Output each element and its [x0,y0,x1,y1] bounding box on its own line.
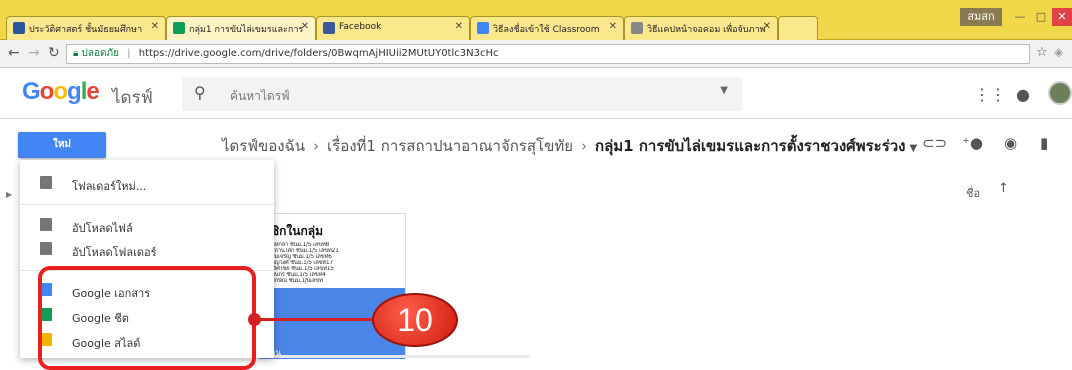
drive-search-input[interactable]: ⚲ ค้นหาไดรฟ์ ▼ [182,77,742,111]
url-text: https://drive.google.com/drive/folders/0… [138,48,499,59]
preview-eye-icon[interactable]: ◉ [1004,134,1017,152]
lock-icon: 🔒︎ [73,48,79,59]
product-name: ไดรฟ์ [112,88,153,108]
upload-folder-icon [40,242,52,255]
tab-title: ประวัติศาสตร์ ชั้นมัธยมศึกษา [29,25,143,35]
reload-icon[interactable]: ↻ [48,45,60,61]
url-divider: | [127,48,131,59]
tab-title: วิธีแคปหน้าจอคอม เพื่อจับภาพ [647,25,766,35]
sort-direction-icon[interactable]: ↑ [998,181,1009,196]
scroll-divider [268,355,530,358]
breadcrumb-my-drive[interactable]: ไดรฟ์ของฉัน [222,137,305,155]
avatar[interactable] [1048,81,1072,105]
url-field[interactable]: 🔒︎ ปลอดภัย | https://drive.google.com/dr… [66,44,1030,64]
get-link-icon[interactable]: ⊂⊃ [922,134,947,152]
annotation-step-number: 10 [372,293,458,347]
card-line: ทักษิณ์ ชั้นม.1/ุนเลขที่ [271,278,323,284]
tab-close-icon[interactable]: ✕ [763,21,771,32]
drive-header: Google ไดรฟ์ ⚲ ค้นหาไดรฟ์ ▼ ⋮⋮ ● [0,69,1072,119]
sort-label[interactable]: ชื่อ [966,184,980,202]
chevron-right-icon: › [313,137,320,155]
logo-letter: o [53,78,68,105]
apps-grid-icon[interactable]: ⋮⋮ [974,85,1006,104]
annotation-dot [248,313,261,326]
tab-favicon-icon [173,22,185,34]
tab-favicon-icon [477,22,489,34]
caret-down-icon[interactable]: ▼ [910,143,918,154]
tab-close-icon[interactable]: ✕ [609,21,617,32]
tab-favicon-icon [631,22,643,34]
forward-icon[interactable]: → [28,45,40,61]
new-tab-button[interactable] [778,16,818,40]
browser-tab[interactable]: ประวัติศาสตร์ ชั้นมัธยมศึกษา ✕ [6,16,166,40]
google-logo[interactable]: Google [22,78,100,106]
menu-item-label: อัปโหลดไฟล์ [72,222,133,235]
card-member-list: มหกล้า ชั้นม.1/5 เลขที่8 สถานโสก ชั้นม.1… [271,242,391,284]
menu-item-label: อัปโหลดโฟลเดอร์ [72,246,157,259]
tab-title: Facebook [339,22,382,32]
new-folder-icon [40,176,52,189]
notifications-icon[interactable]: ● [1016,85,1030,104]
sidebar-expand-icon[interactable]: ▶ [6,190,12,199]
browser-tab[interactable]: Facebook ✕ [316,16,470,40]
menu-item-label: โฟลเดอร์ใหม่... [72,180,147,193]
breadcrumb-current-folder[interactable]: กลุ่ม1 การขับไล่เขมรและการตั้งราชวงศ์พระ… [595,137,906,155]
address-bar-row: ← → ↻ 🔒︎ ปลอดภัย | https://drive.google.… [0,40,1072,68]
tab-favicon-icon [323,22,335,34]
menu-item-new-folder[interactable]: โฟลเดอร์ใหม่... [20,170,274,198]
menu-item-upload-folder[interactable]: อัปโหลดโฟลเดอร์ [20,236,274,264]
tab-favicon-icon [13,22,25,34]
new-button[interactable]: ใหม่ [18,132,106,158]
browser-tab-active[interactable]: กลุ่ม1 การขับไล่เขมรและการ ✕ [166,16,316,40]
breadcrumb: ไดรฟ์ของฉัน › เรื่องที่1 การสถาปนาอาณาจักร… [222,134,917,158]
back-icon[interactable]: ← [8,45,20,61]
secure-label: ปลอดภัย [81,48,119,59]
search-placeholder: ค้นหาไดรฟ์ [230,89,290,103]
tab-close-icon[interactable]: ✕ [455,21,463,32]
tab-close-icon[interactable]: ✕ [151,21,159,32]
tab-title: กลุ่ม1 การขับไล่เขมรและการ [189,25,304,35]
close-window-icon[interactable]: ✕ [1052,8,1072,26]
annotation-connector-line [254,318,374,321]
maximize-icon[interactable]: □ [1032,8,1050,26]
upload-file-icon [40,218,52,231]
card-title: ชิกในกลุ่ม [271,224,324,238]
chevron-right-icon: › [581,137,588,155]
bookmark-star-icon[interactable]: ☆ [1036,45,1048,60]
trash-icon[interactable]: ▮ [1040,134,1048,152]
browser-title-bar: ประวัติศาสตร์ ชั้นมัธยมศึกษา ✕ กลุ่ม1 กา… [0,0,1072,40]
window-user-badge[interactable]: สมสก [960,8,1002,26]
logo-letter: G [22,78,41,105]
logo-letter: e [86,78,99,105]
logo-letter: o [39,78,55,105]
tab-close-icon[interactable]: ✕ [301,21,309,32]
browser-tab[interactable]: วิธีแคปหน้าจอคอม เพื่อจับภาพ ✕ [624,16,778,40]
annotation-highlight-box [38,266,256,370]
menu-divider [20,204,274,205]
search-icon[interactable]: ⚲ [194,83,206,102]
extension-icon[interactable]: ◈ [1054,45,1063,59]
share-person-icon[interactable]: ⁺● [962,134,983,152]
breadcrumb-parent-folder[interactable]: เรื่องที่1 การสถาปนาอาณาจักรสุโขทัย [327,137,573,155]
tab-title: วิธีลงชื่อเข้าใช้ Classroom [493,25,600,35]
search-options-dropdown-icon[interactable]: ▼ [720,85,728,96]
minimize-icon[interactable]: — [1010,8,1030,26]
logo-letter: g [67,78,82,105]
browser-tab[interactable]: วิธีลงชื่อเข้าใช้ Classroom ✕ [470,16,624,40]
